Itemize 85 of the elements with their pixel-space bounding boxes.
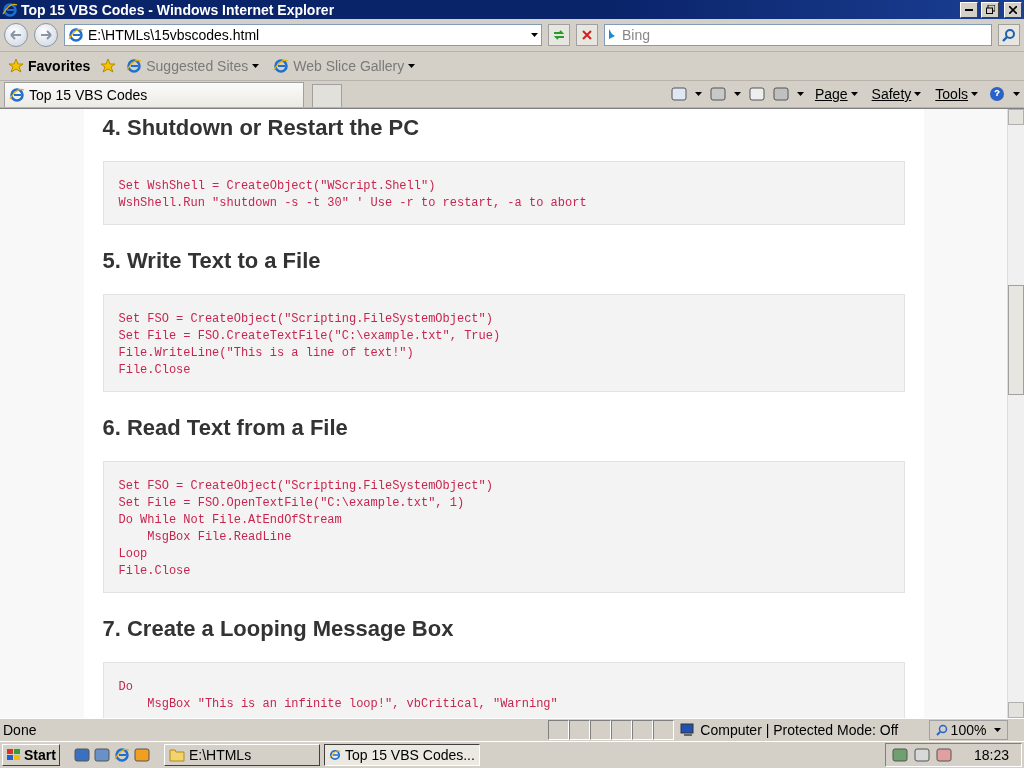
start-button[interactable]: Start xyxy=(2,744,60,766)
status-pane xyxy=(569,720,591,740)
search-field[interactable]: Bing xyxy=(604,24,992,46)
ie-logo-icon xyxy=(68,27,84,43)
command-menu[interactable]: Tools xyxy=(932,86,981,102)
caret-icon xyxy=(994,728,1002,732)
caret-icon xyxy=(971,92,978,96)
favorites-button[interactable]: Favorites xyxy=(4,56,95,76)
command-menu[interactable]: Safety xyxy=(868,86,925,102)
ie-logo-icon xyxy=(113,747,130,763)
code-line: WshShell.Run "shutdown -s -t 30" ' Use -r to restart, -a to abort xyxy=(118,195,588,212)
zoom-button[interactable]: 100% xyxy=(928,720,1009,740)
forward-arrow-icon xyxy=(40,30,52,40)
ie-logo-icon xyxy=(2,1,18,18)
security-zone: Computer | Protected Mode: Off xyxy=(700,722,899,738)
caret-icon xyxy=(408,64,416,68)
computer-icon xyxy=(680,723,697,737)
zoom-icon xyxy=(935,724,948,736)
window-title: Top 15 VBS Codes - Windows Internet Explorer xyxy=(21,1,336,18)
caret-icon xyxy=(531,33,538,37)
code-line: File.Close xyxy=(118,362,192,379)
close-icon xyxy=(1009,5,1017,14)
code-line: Set FSO = CreateObject("Scripting.FileSystemObject") xyxy=(118,311,494,328)
windows-logo-icon xyxy=(6,748,22,762)
status-pane xyxy=(653,720,675,740)
scroll-up-button[interactable] xyxy=(1008,109,1024,125)
taskbar-button[interactable]: E:\HTMLs xyxy=(163,744,320,766)
status-text: Done xyxy=(2,722,38,738)
section-heading: 5. Write Text to a File xyxy=(102,247,322,274)
caret-icon xyxy=(733,92,741,96)
caret-icon xyxy=(914,92,922,96)
stop-button[interactable] xyxy=(576,24,598,46)
search-icon xyxy=(1002,28,1016,42)
code-line: MsgBox File.ReadLine xyxy=(146,529,293,546)
add-favorite-icon xyxy=(100,58,117,74)
forward-button[interactable] xyxy=(34,23,58,47)
taskbar-button[interactable]: Top 15 VBS Codes... xyxy=(323,744,480,766)
code-line: Set FSO = CreateObject("Scripting.FileSystemObject") xyxy=(118,478,494,495)
refresh-icon xyxy=(552,29,566,41)
minimize-button[interactable] xyxy=(960,1,978,18)
section-heading: 6. Read Text from a File xyxy=(102,414,349,441)
refresh-button[interactable] xyxy=(548,24,570,46)
code-line: Set WshShell = CreateObject("WScript.Shell") xyxy=(118,178,437,195)
search-button[interactable] xyxy=(998,24,1020,46)
star-icon xyxy=(8,58,24,74)
scrollbar[interactable] xyxy=(1007,109,1024,718)
back-button[interactable] xyxy=(4,23,28,47)
code-line: Do xyxy=(118,679,134,696)
restore-button[interactable] xyxy=(981,1,999,18)
address-field[interactable]: E:\HTMLs\15vbscodes.html xyxy=(64,24,542,46)
status-pane xyxy=(632,720,654,740)
clock: 18:23 xyxy=(973,747,1009,763)
code-line: Set File = FSO.OpenTextFile("C:\example.txt", 1) xyxy=(118,495,466,512)
scroll-down-button[interactable] xyxy=(1008,702,1024,718)
code-line: File.WriteLine("This is a line of text!") xyxy=(118,345,415,362)
close-button[interactable] xyxy=(1004,1,1022,18)
browser-tab[interactable]: Top 15 VBS Codes xyxy=(4,82,304,107)
status-pane xyxy=(548,720,570,740)
back-arrow-icon xyxy=(10,30,22,40)
status-pane xyxy=(611,720,633,740)
code-line: Loop xyxy=(118,546,149,563)
folder-icon xyxy=(168,748,185,762)
caret-icon xyxy=(796,92,804,96)
caret-icon xyxy=(1013,92,1020,96)
restore-icon xyxy=(985,5,995,14)
caret-icon xyxy=(694,92,702,96)
new-tab-button[interactable] xyxy=(312,84,342,107)
code-line: Set File = FSO.CreateTextFile("C:\example.txt", True) xyxy=(118,328,502,345)
ie-logo-icon xyxy=(273,58,290,74)
command-menu[interactable]: Page xyxy=(811,86,861,102)
scroll-thumb[interactable] xyxy=(1008,285,1024,395)
caret-icon xyxy=(252,64,260,68)
code-line: File.Close xyxy=(118,563,192,580)
section-heading: 4. Shutdown or Restart the PC xyxy=(102,114,421,141)
section-heading: 7. Create a Looping Message Box xyxy=(102,615,455,642)
minimize-icon xyxy=(965,8,973,11)
code-line: Do While Not File.AtEndOfStream xyxy=(118,512,343,529)
ie-logo-icon xyxy=(126,58,143,74)
status-pane xyxy=(590,720,612,740)
ie-logo-icon xyxy=(328,747,341,763)
caret-icon xyxy=(850,92,858,96)
ie-logo-icon xyxy=(9,87,25,103)
close-icon xyxy=(582,30,592,40)
help-icon[interactable] xyxy=(989,86,1005,102)
code-line: MsgBox "This is an infinite loop!", vbCritical, "Warning" xyxy=(146,696,559,713)
